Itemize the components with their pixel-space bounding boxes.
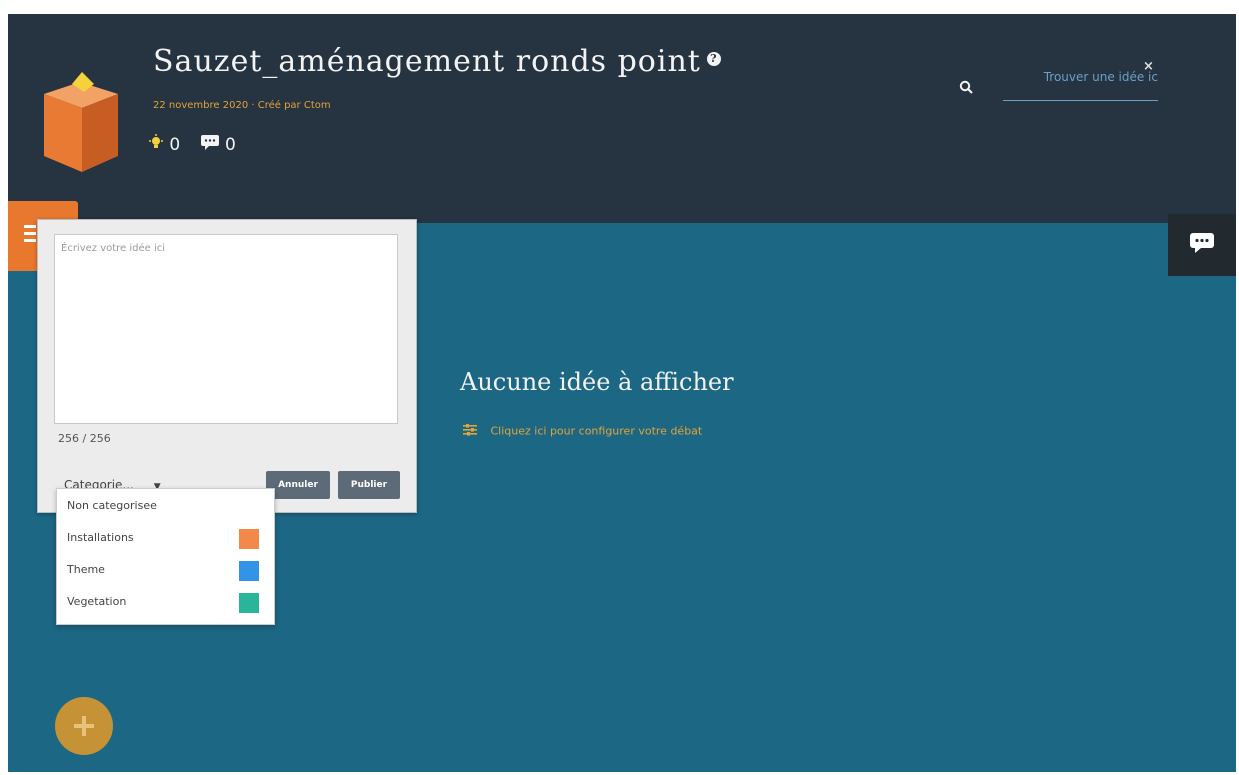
category-option-none[interactable]: Non categorisee [67,499,157,512]
category-option-theme[interactable]: Theme [67,563,105,576]
stats-row: 0 0 [148,134,250,155]
category-dropdown: Non categorisee Installations Theme Vege… [56,488,275,625]
app-frame: Sauzet_aménagement ronds point? 22 novem… [8,14,1236,772]
add-idea-button[interactable] [55,697,113,755]
configure-link[interactable]: Cliquez ici pour configurer votre débat [463,424,702,439]
chat-toggle-button[interactable] [1168,214,1236,276]
category-color-swatch [239,593,259,613]
help-icon[interactable]: ? [706,52,721,66]
idea-textarea[interactable]: Écrivez votre idée ici [54,234,398,424]
chat-icon [1189,232,1215,258]
lightbulb-icon [148,134,164,155]
plus-icon [72,714,96,742]
configure-link-text: Cliquez ici pour configurer votre débat [490,424,703,438]
header: Sauzet_aménagement ronds point? 22 novem… [8,14,1236,223]
page-title: Sauzet_aménagement ronds point? [153,44,721,79]
cancel-button[interactable]: Annuler [266,471,330,499]
comments-count: 0 [225,134,236,155]
new-idea-panel: Écrivez votre idée ici 256 / 256 Categor… [37,219,417,513]
menu-icon [24,225,36,246]
category-option-installations[interactable]: Installations [67,531,134,544]
category-color-swatch [239,561,259,581]
char-counter: 256 / 256 [58,432,111,445]
ideas-count: 0 [169,134,181,155]
sliders-icon [463,424,481,439]
search-input[interactable]: Trouver une idée ic [1003,64,1158,101]
category-option-vegetation[interactable]: Vegetation [67,595,126,608]
title-text: Sauzet_aménagement ronds point [153,44,701,79]
category-color-swatch [239,529,259,549]
search-icon[interactable] [959,79,973,98]
publish-button[interactable]: Publier [338,471,400,499]
subtitle: 22 novembre 2020 · Créé par Ctom [153,100,331,111]
empty-state-title: Aucune idée à afficher [460,368,734,396]
close-icon[interactable]: × [1143,59,1154,74]
box-logo-icon [44,72,118,172]
comment-icon [200,134,220,155]
